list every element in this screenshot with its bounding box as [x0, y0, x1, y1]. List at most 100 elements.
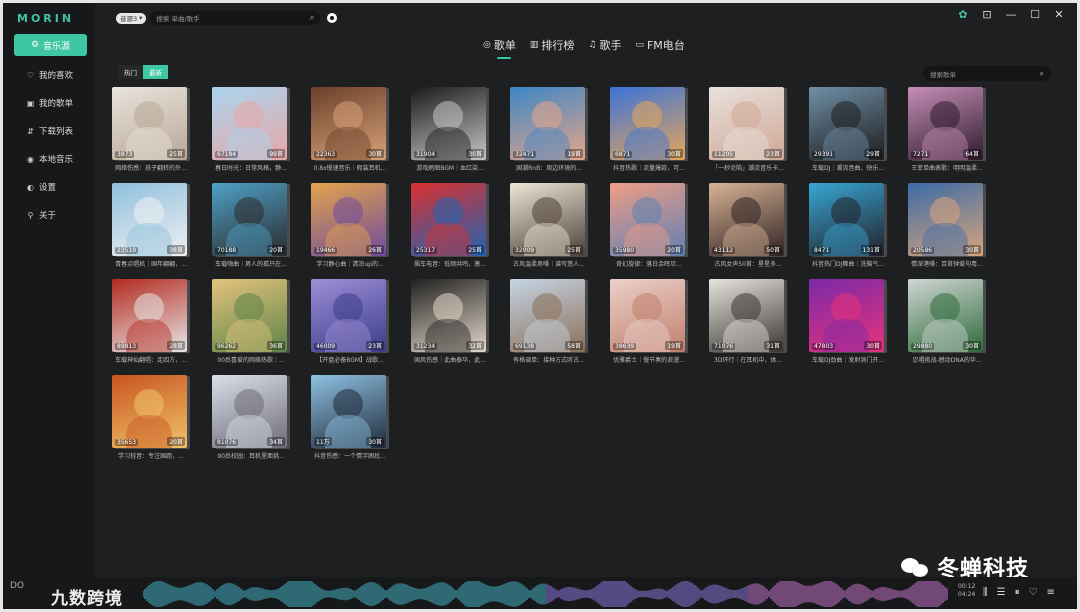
tab-playlists[interactable]: ◎ 歌单 [483, 37, 516, 59]
playlist-card[interactable]: 70188 20首车载嗨曲｜男人的孤只在... [212, 183, 292, 268]
playlist-card[interactable]: 31904 30首游戏刷图BGM｜血红染... [411, 87, 491, 172]
playlist-title[interactable]: 车载神仙翻唱：走四方，... [112, 355, 190, 364]
playlist-card[interactable]: 35653 20首学习轻音：专注国跑，... [112, 375, 192, 460]
playlist-cover[interactable]: 38639 19首 [610, 279, 685, 352]
playlist-title[interactable]: 优雅爵士｜慢节奏的浪漫... [610, 355, 688, 364]
tab-charts[interactable]: ▥ 排行榜 [530, 37, 575, 53]
playlist-cover[interactable]: 20586 30首 [908, 183, 983, 256]
playlist-cover[interactable]: 71076 31首 [709, 279, 784, 352]
record-button[interactable] [327, 13, 338, 23]
playlist-card[interactable]: 71076 31首 3D环行｜在耳机中，体... [709, 279, 789, 364]
equalizer-icon[interactable]: ⫼ [983, 587, 988, 598]
playlist-title[interactable]: 游戏刷图BGM｜血红染... [411, 163, 489, 172]
playlist-card[interactable]: 7271 64首 王菲单曲表歌：明明温柔... [908, 87, 988, 172]
sidebar-item-downloads[interactable]: ⇵ 下载列表 [26, 125, 73, 138]
playlist-card[interactable]: 19466 26首 学习静心曲｜清凉up的... [311, 183, 391, 268]
playlist-title[interactable]: 抖音热门DJ舞曲｜洗脑气... [809, 259, 887, 268]
playlist-card[interactable]: 29880 30首忍唱挑战-撼动DNA的华... [908, 279, 988, 364]
playlist-cover[interactable]: 22363 30首 [311, 87, 386, 160]
playlist-cover[interactable]: 8471 131首 [809, 183, 884, 256]
playlist-card[interactable]: 29391 29首车载DJ｜潮流音曲，快乐... [809, 87, 889, 172]
playlist-cover[interactable]: 69138 58首 [510, 279, 585, 352]
playlist-cover[interactable]: 23519 38首 [112, 183, 187, 256]
playlist-title[interactable]: 车载嗨曲｜男人的孤只在... [212, 259, 290, 268]
minimize-icon[interactable]: — [1005, 8, 1017, 21]
tab-fm-radio[interactable]: ▭ FM电台 [635, 37, 684, 53]
playlist-cover[interactable]: 43112 50首 [709, 183, 784, 256]
playlist-cover[interactable]: 81076 34首 [212, 375, 287, 448]
skin-icon[interactable]: ✿ [957, 8, 969, 21]
playlist-card[interactable]: 47803 30首车载DJ劲曲｜发射洞门开... [809, 279, 889, 364]
playlist-title[interactable]: 古风温柔男嗓｜谱写悠人... [510, 259, 588, 268]
sidebar-item-local-music[interactable]: ◉ 本地音乐 [26, 153, 73, 166]
playlist-cover[interactable]: 89813 28首 [112, 279, 187, 352]
playlist-title[interactable]: 奇幻旋律：落日余晖尽... [610, 259, 688, 268]
playlist-cover[interactable]: 29391 29首 [809, 87, 884, 160]
playlist-card[interactable]: 31234 32首国风伤感｜此曲泰华，此... [411, 279, 491, 364]
playlist-card[interactable]: 25317 25首 飙车电音：低频共鸣，激... [411, 183, 491, 268]
music-source-button[interactable]: ⚙ 音乐源 [14, 34, 87, 56]
queue-icon[interactable]: ≡ [1047, 587, 1055, 598]
playlist-cover[interactable]: 11205 23首 [709, 87, 784, 160]
playlist-title[interactable]: 情深港嗓：百首钟爱句粤... [908, 259, 986, 268]
playlist-card[interactable]: 89813 28首车载神仙翻唱：走四方，... [112, 279, 192, 364]
waveform-progress[interactable] [143, 581, 949, 607]
playlist-cover[interactable]: 25317 25首 [411, 183, 486, 256]
sidebar-item-my-playlists[interactable]: ▣ 我的歌单 [26, 97, 73, 110]
playlist-title[interactable]: 忍唱挑战-撼动DNA的华... [908, 355, 986, 364]
playlist-title[interactable]: 春日时光：日常风格，静... [212, 163, 290, 172]
search-icon[interactable]: ⌕ [1040, 69, 1044, 79]
playlist-cover[interactable]: 96262 36首 [212, 279, 287, 352]
playlist-card[interactable]: 20586 30首情深港嗓：百首钟爱句粤... [908, 183, 988, 268]
playlist-title[interactable]: 车载DJ劲曲｜发射洞门开... [809, 355, 887, 364]
playlist-card[interactable]: 32009 25首 古风温柔男嗓｜谱写悠人... [510, 183, 590, 268]
playlist-title[interactable]: 国风伤感｜此曲泰华，此... [411, 355, 489, 364]
playlist-cover[interactable]: 47803 30首 [809, 279, 884, 352]
source-select[interactable]: 音源3 ▾ [116, 12, 147, 24]
playlist-title[interactable]: 3D环行｜在耳机中，体... [709, 355, 787, 364]
playlist-cover[interactable]: 29880 30首 [908, 279, 983, 352]
playlist-cover[interactable]: 31904 30首 [411, 87, 486, 160]
playlist-cover[interactable]: 3873 25首 [112, 87, 187, 160]
sidebar-item-settings[interactable]: ◐ 设置 [26, 181, 56, 194]
playlist-title[interactable]: 抖音热歌｜流量爆款，可... [610, 163, 688, 172]
playlist-cover[interactable]: 31234 32首 [411, 279, 486, 352]
playlist-title[interactable]: 车载DJ｜潮流音曲，快乐... [809, 163, 887, 172]
playlist-cover[interactable]: 7271 64首 [908, 87, 983, 160]
playlist-card[interactable]: 96262 36首 00后喜爱的网络热歌｜... [212, 279, 292, 364]
filter-hot-button[interactable]: 热门 [118, 65, 143, 79]
playlist-search-input[interactable]: 搜索歌单 ⌕ [923, 66, 1051, 81]
playlist-card[interactable]: 11205 23首「一秒沦陷」潮流音乐卡... [709, 87, 789, 172]
playlist-card[interactable]: 38639 19首优雅爵士｜慢节奏的浪漫... [610, 279, 690, 364]
sidebar-item-about[interactable]: ⚲ 关于 [26, 209, 56, 222]
playlist-title[interactable]: 古风女声50首：星星多... [709, 259, 787, 268]
playlist-cover[interactable]: 11万 30首 [311, 375, 386, 448]
playlist-cover[interactable]: 67184 99首 [212, 87, 287, 160]
like-icon[interactable]: ♡ [1029, 587, 1038, 598]
playlist-title[interactable]: 国潮RnB：周边环境的... [510, 163, 588, 172]
playlist-cover[interactable]: 35653 20首 [112, 375, 187, 448]
playlist-card[interactable]: 3873 25首网络伤感：孩子翻转的外... [112, 87, 192, 172]
sidebar-item-favorites[interactable]: ♡ 我的喜欢 [26, 69, 73, 82]
playlist-title[interactable]: 学习轻音：专注国跑，... [112, 451, 190, 460]
playlist-card[interactable]: 69138 58首有格调单：接种方式听古... [510, 279, 590, 364]
playlist-title[interactable]: 学习静心曲｜清凉up的... [311, 259, 389, 268]
playlist-card[interactable]: 67184 99首春日时光：日常风格，静... [212, 87, 292, 172]
playlist-title[interactable]: 【开盘必备BGM】战歌... [311, 355, 389, 364]
playlist-cover[interactable]: 70188 20首 [212, 183, 287, 256]
maximize-icon[interactable]: ☐ [1029, 8, 1041, 21]
playlist-title[interactable]: 「一秒沦陷」潮流音乐卡... [709, 163, 787, 172]
playlist-card[interactable]: 22363 30首 0.8x慢速音乐｜假装耳机... [311, 87, 391, 172]
playlist-title[interactable]: 90后校园：耳机里面挑... [212, 451, 290, 460]
playlist-title[interactable]: 0.8x慢速音乐｜假装耳机... [311, 163, 389, 172]
playlist-card[interactable]: 46009 23首【开盘必备BGM】战歌... [311, 279, 391, 364]
playlist-title[interactable]: 00后喜爱的网络热歌｜... [212, 355, 290, 364]
playlist-cover[interactable]: 46009 23首 [311, 279, 386, 352]
playlist-card[interactable]: 35980 20首 奇幻旋律：落日余晖尽... [610, 183, 690, 268]
playlist-card[interactable]: 43112 50首古风女声50首：星星多... [709, 183, 789, 268]
mini-mode-icon[interactable]: ⊡ [981, 8, 993, 21]
playlist-title[interactable]: 有格调单：接种方式听古... [510, 355, 588, 364]
close-icon[interactable]: ✕ [1053, 8, 1065, 21]
playlist-title[interactable]: 抖音伤感：一个情字困扰... [311, 451, 389, 460]
playlist-title[interactable]: 网络伤感：孩子翻转的外... [112, 163, 190, 172]
